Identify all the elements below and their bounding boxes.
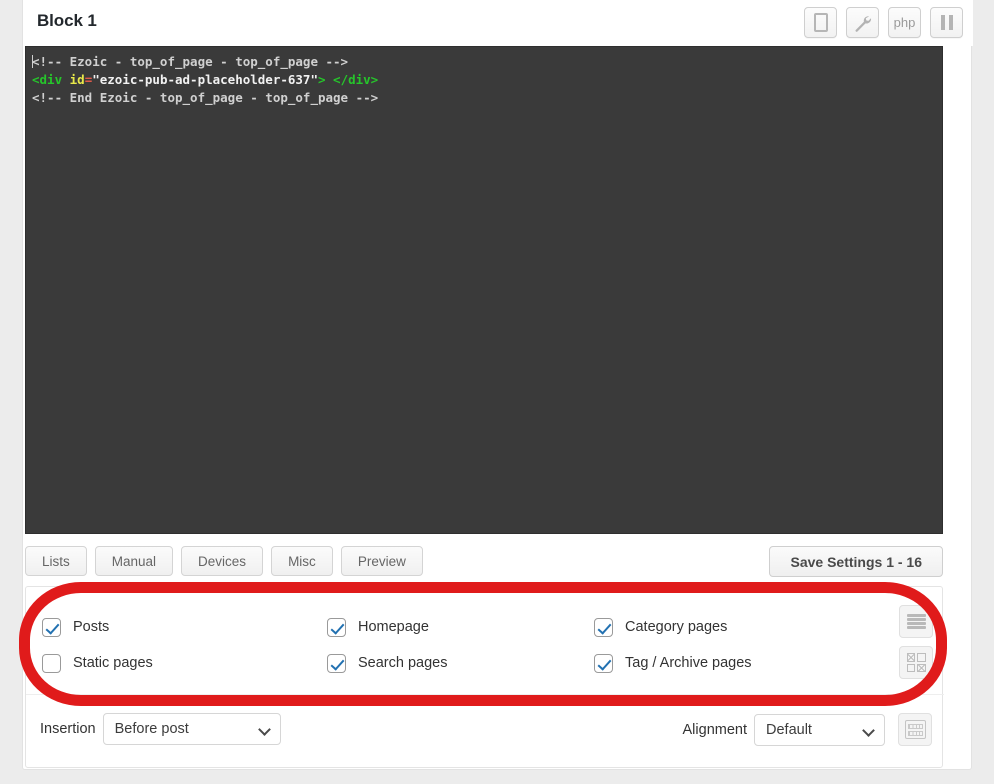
display-options-column-2: Homepage Search pages [327,609,447,681]
tab-lists[interactable]: Lists [25,546,87,576]
insertion-select-value: Before post [114,721,189,737]
checkbox-row-homepage[interactable]: Homepage [327,609,447,645]
alignment-label: Alignment [682,721,747,738]
code-line-1: <!-- Ezoic - top_of_page - top_of_page -… [32,54,349,69]
tab-devices[interactable]: Devices [181,546,264,576]
tab-manual[interactable]: Manual [94,546,174,576]
tab-row: Lists Manual Devices Misc Preview Save S… [25,546,943,580]
checkbox-row-posts[interactable]: Posts [42,609,153,645]
device-button[interactable] [804,7,837,38]
block-header: Block 1 php [23,0,973,46]
page-title: Block 1 [37,11,97,30]
chevron-down-icon [257,723,271,736]
php-button[interactable]: php [888,7,921,38]
display-options-column-1: Posts Static pages [42,609,153,681]
checkbox-label-search-pages: Search pages [358,655,448,671]
pause-button[interactable] [930,7,963,38]
header-toolbar: php [804,7,963,38]
checkbox-label-category-pages: Category pages [625,619,728,635]
display-options-region: Posts Static pages Homepage Search pages [26,587,944,695]
alignment-group: Alignment Default [683,713,932,746]
insertion-label: Insertion [40,721,96,737]
grid-view-icon [906,653,926,672]
save-settings-button[interactable]: Save Settings 1 - 16 [769,546,943,577]
checkbox-row-tag-archive-pages[interactable]: Tag / Archive pages [594,645,752,681]
checkbox-search-pages[interactable] [327,653,346,673]
chevron-down-icon [862,723,875,737]
keyboard-button[interactable] [898,713,932,746]
checkbox-static-pages[interactable] [42,653,61,673]
list-view-icon [906,614,926,629]
checkbox-tag-archive-pages[interactable] [594,653,613,673]
insertion-alignment-row: Insertion Before post Alignment Default [26,696,944,768]
wrench-icon [855,16,872,32]
list-view-button[interactable] [899,605,933,638]
checkbox-label-static-pages: Static pages [73,655,153,671]
options-panel: Posts Static pages Homepage Search pages [25,586,944,768]
insertion-group: Insertion Before post [40,713,281,745]
tab-preview[interactable]: Preview [340,546,423,576]
checkbox-label-homepage: Homepage [358,619,429,635]
alignment-select-value: Default [766,721,812,738]
code-line-3: <!-- End Ezoic - top_of_page - top_of_pa… [32,90,379,105]
keyboard-icon [904,720,926,739]
settings-button[interactable] [846,7,879,38]
pause-icon [940,15,954,30]
grid-view-button[interactable] [899,646,933,679]
app-root: Block 1 php <!-- Ezoic - top_of_page - t… [0,0,994,784]
tab-misc[interactable]: Misc [271,546,333,576]
checkbox-label-posts: Posts [73,619,110,635]
display-options-column-3: Category pages Tag / Archive pages [594,609,752,681]
view-mode-buttons [899,605,933,679]
checkbox-row-category-pages[interactable]: Category pages [594,609,752,645]
insertion-select[interactable]: Before post [102,713,281,745]
code-line-2: <div id="ezoic-pub-ad-placeholder-637"> … [32,72,379,87]
checkbox-row-static-pages[interactable]: Static pages [42,645,153,681]
tab-list: Lists Manual Devices Misc Preview [25,546,423,576]
checkbox-row-search-pages[interactable]: Search pages [327,645,447,681]
device-icon [813,13,828,32]
block-panel: Block 1 php <!-- Ezoic - top_of_page - t… [22,0,973,770]
checkbox-category-pages[interactable] [594,617,613,637]
code-editor[interactable]: <!-- Ezoic - top_of_page - top_of_page -… [25,46,943,534]
php-label: php [893,15,916,30]
checkbox-homepage[interactable] [327,617,346,637]
checkbox-posts[interactable] [42,617,61,637]
alignment-select[interactable]: Default [754,713,885,746]
checkbox-label-tag-archive-pages: Tag / Archive pages [625,655,752,671]
